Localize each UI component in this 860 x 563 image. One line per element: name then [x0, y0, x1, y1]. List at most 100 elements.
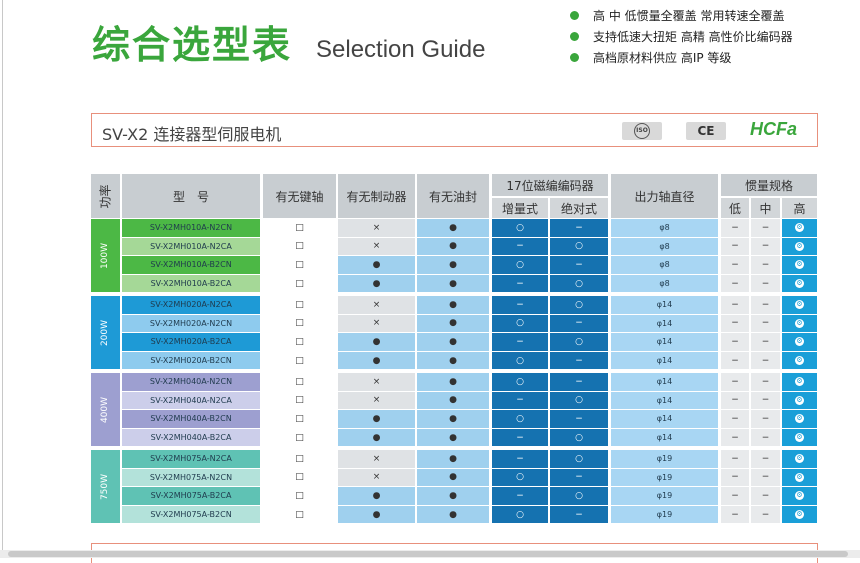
horizontal-scrollbar-thumb[interactable] — [8, 551, 848, 557]
power-group-text: 100W — [100, 242, 111, 269]
incremental-encoder-cell: − — [492, 333, 548, 351]
brake-cell: × — [338, 391, 415, 410]
oil-seal-cell: ● — [417, 410, 489, 428]
oil-seal-cell: ● — [417, 237, 489, 256]
model-cell: SV-X2MH040A-N2CA — [122, 391, 260, 410]
keyway-cell: □ — [263, 468, 336, 487]
model-cell: SV-X2MH075A-B2CA — [122, 487, 260, 505]
header-inertia: 惯量规格 — [721, 174, 817, 196]
incremental-encoder-cell: − — [492, 237, 548, 256]
feature-item: 高 中 低惯量全覆盖 常用转速全覆盖 — [570, 5, 793, 26]
inertia-mid-cell: − — [751, 373, 780, 391]
gear-icon: ⚙ — [795, 433, 804, 443]
incremental-encoder-cell: ○ — [492, 314, 548, 333]
shaft-diameter-cell: φ14 — [611, 428, 718, 447]
inertia-mid-cell: − — [751, 428, 780, 447]
absolute-encoder-cell: − — [550, 505, 608, 524]
model-cell: SV-X2MH075A-N2CN — [122, 468, 260, 487]
model-cell: SV-X2MH075A-N2CA — [122, 450, 260, 468]
absolute-encoder-cell: − — [550, 373, 608, 391]
gear-icon: ⚙ — [795, 356, 804, 366]
product-banner: SV-X2 连接器型伺服电机 ISO CE HCFa — [91, 113, 818, 147]
power-group-text: 750W — [100, 473, 111, 500]
model-cell: SV-X2MH075A-B2CN — [122, 505, 260, 524]
keyway-cell: □ — [263, 373, 336, 391]
iso-logo-text: ISO — [634, 122, 650, 139]
brake-cell: × — [338, 296, 415, 314]
inertia-high-cell: ⚙ — [782, 314, 817, 333]
inertia-mid-cell: − — [751, 410, 780, 428]
inertia-high-cell: ⚙ — [782, 373, 817, 391]
inertia-low-cell: − — [721, 487, 749, 505]
power-group-label: 400W — [91, 373, 120, 447]
power-group-text: 400W — [100, 396, 111, 423]
gear-icon: ⚙ — [795, 318, 804, 328]
gear-icon: ⚙ — [795, 241, 804, 251]
shaft-diameter-cell: φ8 — [611, 237, 718, 256]
keyway-cell: □ — [263, 351, 336, 370]
absolute-encoder-cell: − — [550, 351, 608, 370]
shaft-diameter-cell: φ8 — [611, 274, 718, 293]
gear-icon: ⚙ — [795, 491, 804, 501]
brake-cell: ● — [338, 487, 415, 505]
absolute-encoder-cell: ○ — [550, 428, 608, 447]
header-model: 型 号 — [122, 174, 260, 218]
oil-seal-cell: ● — [417, 256, 489, 274]
inertia-high-cell: ⚙ — [782, 296, 817, 314]
incremental-encoder-cell: − — [492, 274, 548, 293]
inertia-low-cell: − — [721, 296, 749, 314]
incremental-encoder-cell: ○ — [492, 219, 548, 237]
header-incremental: 增量式 — [492, 198, 548, 218]
brake-cell: × — [338, 373, 415, 391]
inertia-high-cell: ⚙ — [782, 450, 817, 468]
gear-icon: ⚙ — [795, 279, 804, 289]
incremental-encoder-cell: − — [492, 391, 548, 410]
model-cell: SV-X2MH040A-N2CN — [122, 373, 260, 391]
header-absolute: 绝对式 — [550, 198, 608, 218]
keyway-cell: □ — [263, 256, 336, 274]
incremental-encoder-cell: ○ — [492, 410, 548, 428]
absolute-encoder-cell: ○ — [550, 487, 608, 505]
oil-seal-cell: ● — [417, 314, 489, 333]
absolute-encoder-cell: ○ — [550, 450, 608, 468]
inertia-high-cell: ⚙ — [782, 256, 817, 274]
oil-seal-cell: ● — [417, 505, 489, 524]
shaft-diameter-cell: φ14 — [611, 391, 718, 410]
inertia-high-cell: ⚙ — [782, 487, 817, 505]
absolute-encoder-cell: ○ — [550, 391, 608, 410]
page-title-en: Selection Guide — [316, 36, 486, 63]
gear-icon: ⚙ — [795, 377, 804, 387]
inertia-mid-cell: − — [751, 296, 780, 314]
model-cell: SV-X2MH010A-N2CA — [122, 237, 260, 256]
inertia-low-cell: − — [721, 351, 749, 370]
absolute-encoder-cell: − — [550, 468, 608, 487]
incremental-encoder-cell: − — [492, 296, 548, 314]
feature-item: 支持低速大扭矩 高精 高性价比编码器 — [570, 26, 793, 47]
power-group-label: 200W — [91, 296, 120, 370]
banner-title: SV-X2 连接器型伺服电机 — [102, 125, 282, 144]
ce-mark-logo: CE — [686, 122, 726, 140]
feature-text: 高 中 低惯量全覆盖 常用转速全覆盖 — [593, 9, 785, 23]
oil-seal-cell: ● — [417, 333, 489, 351]
inertia-low-cell: − — [721, 314, 749, 333]
header-brake: 有无制动器 — [338, 174, 415, 218]
inertia-low-cell: − — [721, 410, 749, 428]
power-group-text: 200W — [100, 319, 111, 346]
gear-icon: ⚙ — [795, 510, 804, 520]
gear-icon: ⚙ — [795, 472, 804, 482]
brake-cell: ● — [338, 333, 415, 351]
gear-icon: ⚙ — [795, 395, 804, 405]
inertia-mid-cell: − — [751, 505, 780, 524]
incremental-encoder-cell: ○ — [492, 505, 548, 524]
shaft-diameter-cell: φ19 — [611, 450, 718, 468]
model-cell: SV-X2MH010A-N2CN — [122, 219, 260, 237]
keyway-cell: □ — [263, 237, 336, 256]
inertia-low-cell: − — [721, 468, 749, 487]
inertia-high-cell: ⚙ — [782, 333, 817, 351]
inertia-high-cell: ⚙ — [782, 274, 817, 293]
page-title-cn: 综合选型表 — [92, 23, 293, 67]
brake-cell: × — [338, 314, 415, 333]
model-cell: SV-X2MH020A-B2CA — [122, 333, 260, 351]
model-cell: SV-X2MH010A-B2CN — [122, 256, 260, 274]
oil-seal-cell: ● — [417, 391, 489, 410]
